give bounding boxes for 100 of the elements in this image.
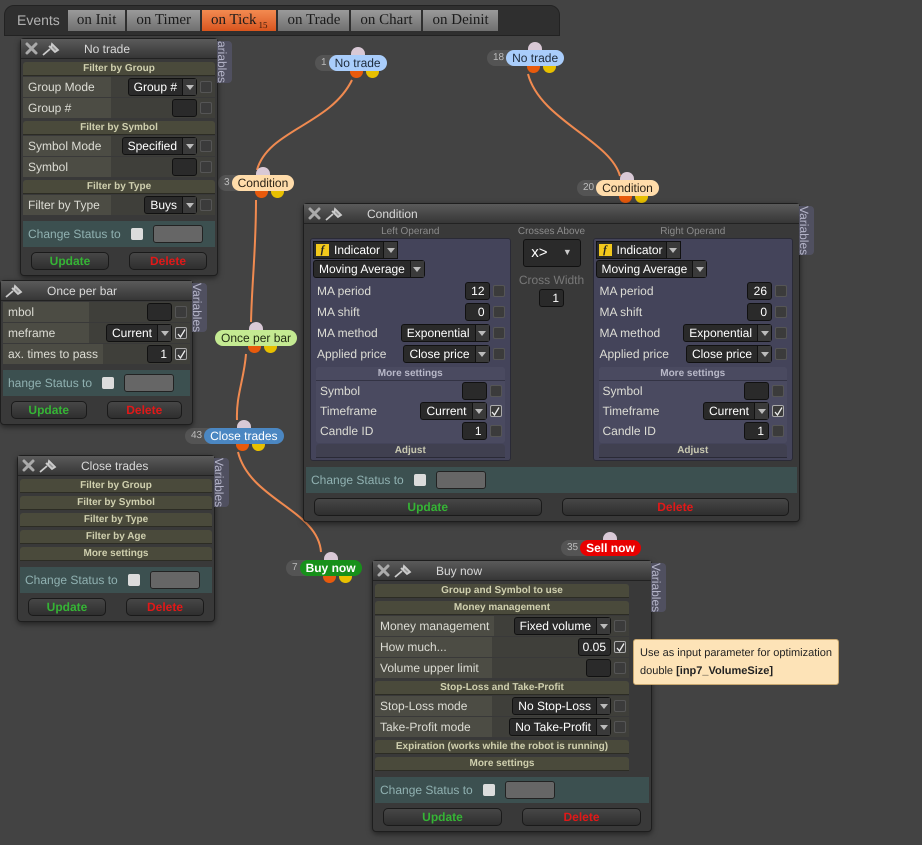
event-tab[interactable]: on Init [68, 10, 126, 31]
node-label[interactable]: Condition [232, 175, 294, 191]
node-label[interactable]: Condition [596, 180, 659, 196]
event-tab[interactable]: on Timer [127, 10, 200, 31]
checkbox[interactable] [492, 285, 504, 297]
section-header[interactable]: Filter by Type [20, 513, 212, 527]
event-tab[interactable]: on Deinit [423, 10, 498, 31]
checkbox[interactable] [175, 348, 187, 360]
update-button[interactable]: Update [314, 498, 542, 516]
pin-icon[interactable] [42, 42, 60, 56]
node-label[interactable]: Buy now [300, 560, 362, 576]
variables-tab[interactable]: ariables [217, 41, 232, 84]
dropdown[interactable]: f Indicator [313, 241, 398, 259]
status-field[interactable] [150, 571, 200, 589]
dropdown[interactable]: Specified [122, 137, 197, 155]
dropdown[interactable]: No Stop-Loss [512, 697, 611, 715]
section-header[interactable]: Group and Symbol to use [375, 584, 629, 598]
section-header[interactable]: More settings [20, 547, 212, 561]
update-button[interactable]: Update [383, 808, 502, 826]
section-header[interactable]: Filter by Group [23, 62, 215, 76]
status-field[interactable] [504, 781, 555, 799]
checkbox[interactable] [772, 425, 784, 437]
node-label[interactable]: Once per bar [215, 330, 298, 346]
section-header[interactable]: Expiration (works while the robot is running) [375, 740, 629, 754]
checkbox[interactable] [772, 385, 784, 397]
adjust-header[interactable]: Adjust [598, 444, 787, 458]
input-field[interactable]: 12 [464, 282, 490, 300]
checkbox[interactable] [482, 784, 495, 796]
update-button[interactable]: Update [31, 252, 109, 270]
checkbox[interactable] [775, 285, 787, 297]
close-icon[interactable] [308, 207, 321, 220]
section-header[interactable]: More settings [316, 367, 504, 381]
checkbox[interactable] [614, 620, 626, 632]
variables-tab[interactable]: Variables [214, 458, 229, 508]
node-label[interactable]: No trade [506, 50, 564, 66]
section-header[interactable]: More settings [598, 367, 787, 381]
adjust-header[interactable]: Adjust [316, 444, 504, 458]
section-header[interactable]: Stop-Loss and Take-Profit [375, 681, 629, 695]
checkbox[interactable] [102, 377, 114, 389]
close-icon[interactable] [22, 459, 35, 472]
checkbox[interactable] [130, 228, 143, 240]
dropdown[interactable]: No Take-Profit [509, 718, 611, 736]
checkbox[interactable] [414, 474, 426, 486]
checkbox[interactable] [775, 327, 787, 339]
checkbox[interactable] [492, 348, 504, 360]
dropdown[interactable]: Close price [686, 345, 772, 363]
checkbox[interactable] [175, 306, 187, 318]
checkbox[interactable] [614, 662, 626, 674]
section-header[interactable]: Filter by Group [20, 479, 212, 493]
input-field[interactable]: 1 [147, 345, 172, 363]
checkbox[interactable] [775, 306, 787, 318]
section-header[interactable]: Filter by Symbol [23, 121, 215, 135]
checkbox[interactable] [492, 327, 504, 339]
checkbox[interactable] [614, 700, 626, 712]
dropdown[interactable]: Group # [128, 78, 197, 96]
checkbox[interactable] [200, 102, 212, 114]
input-field[interactable]: 26 [747, 282, 772, 300]
input-field[interactable]: 0.05 [578, 638, 611, 656]
input-field[interactable]: 1 [539, 289, 564, 307]
status-field[interactable] [152, 225, 203, 243]
checkbox[interactable] [492, 306, 504, 318]
dropdown[interactable]: Current [702, 402, 769, 420]
section-header[interactable]: More settings [375, 757, 629, 771]
variables-tab[interactable]: Variables [799, 206, 814, 256]
update-button[interactable]: Update [11, 401, 86, 419]
dropdown[interactable]: Moving Average [596, 260, 708, 278]
node-label[interactable]: Sell now [580, 540, 641, 556]
dropdown[interactable]: Exponential [683, 324, 772, 342]
dropdown[interactable]: Buys [144, 196, 197, 214]
checkbox[interactable] [128, 574, 140, 586]
section-header[interactable]: Money management [375, 601, 629, 615]
input-field[interactable]: 0 [747, 303, 772, 321]
dropdown[interactable]: f Indicator [596, 241, 681, 259]
status-field[interactable] [124, 374, 174, 392]
checkbox[interactable] [200, 140, 212, 152]
dropdown[interactable]: Moving Average [313, 260, 425, 278]
pin-icon[interactable] [325, 206, 343, 220]
section-header[interactable]: Filter by Age [20, 530, 212, 544]
input-field[interactable] [172, 99, 197, 117]
checkbox[interactable] [614, 721, 626, 733]
checkbox[interactable] [614, 641, 626, 653]
variables-tab[interactable]: Variables [651, 563, 666, 612]
variables-tab[interactable]: Variables [192, 283, 207, 332]
checkbox[interactable] [775, 348, 787, 360]
input-field[interactable]: 1 [462, 422, 486, 440]
input-field[interactable] [744, 382, 769, 400]
dropdown[interactable]: Current [106, 324, 172, 342]
close-icon[interactable] [25, 42, 38, 55]
checkbox[interactable] [490, 385, 502, 397]
section-header[interactable]: Filter by Symbol [20, 496, 212, 510]
update-button[interactable]: Update [28, 598, 106, 616]
operator-dropdown[interactable]: x> ▼ [522, 239, 580, 267]
input-field[interactable] [172, 158, 197, 176]
checkbox[interactable] [490, 405, 502, 417]
pin-icon[interactable] [5, 284, 23, 298]
checkbox[interactable] [772, 405, 784, 417]
checkbox[interactable] [200, 161, 212, 173]
node-label[interactable]: Close trades [204, 428, 284, 444]
dropdown[interactable]: Fixed volume [514, 617, 611, 635]
node-label[interactable]: No trade [328, 55, 387, 71]
